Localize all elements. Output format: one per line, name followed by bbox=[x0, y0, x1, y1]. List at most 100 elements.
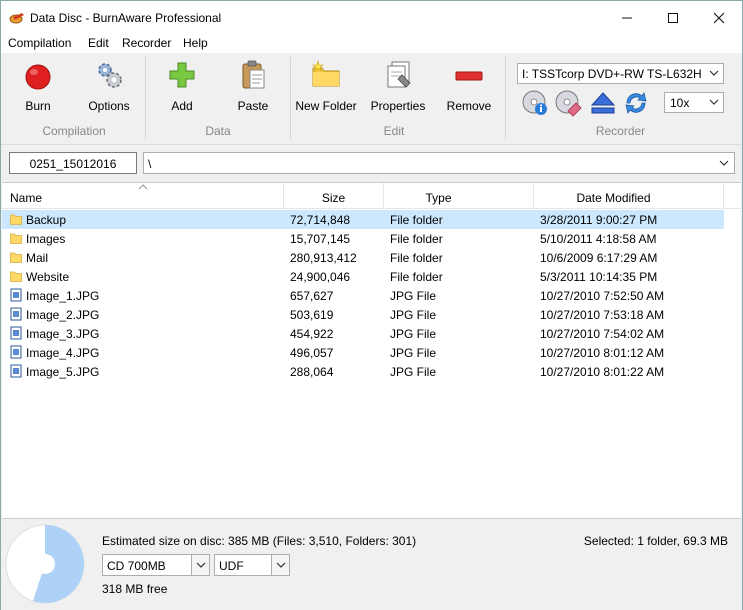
maximize-button[interactable] bbox=[650, 1, 696, 35]
burn-button[interactable]: Burn bbox=[15, 59, 61, 115]
new-folder-button[interactable]: New Folder bbox=[295, 59, 357, 115]
row-name: Image_3.JPG bbox=[26, 327, 100, 341]
table-row[interactable]: Website 24,900,046 File folder 5/3/2011 10:… bbox=[2, 267, 724, 286]
row-name: Images bbox=[26, 232, 66, 246]
row-date: 5/3/2011 10:14:35 PM bbox=[540, 270, 658, 284]
column-header-size[interactable]: Size bbox=[284, 183, 384, 209]
chevron-down-icon bbox=[719, 160, 729, 166]
write-speed-value: 10x bbox=[670, 96, 690, 110]
menu-compilation[interactable]: Compilation bbox=[8, 36, 71, 50]
minimize-icon bbox=[622, 17, 632, 19]
folder-icon bbox=[10, 214, 22, 225]
selection-info-text: Selected: 1 folder, 69.3 MB bbox=[583, 534, 728, 548]
folder-icon bbox=[10, 271, 22, 282]
table-row[interactable]: Image_5.JPG 288,064 JPG File 10/27/2010 8:0… bbox=[2, 362, 724, 381]
table-row[interactable]: Image_2.JPG 503,619 JPG File 10/27/2010 7:5… bbox=[2, 305, 724, 324]
group-label-data: Data bbox=[205, 124, 231, 138]
row-date: 10/27/2010 7:54:02 AM bbox=[540, 327, 665, 341]
file-system-dropdown-button[interactable] bbox=[271, 555, 289, 575]
row-size: 503,619 bbox=[290, 308, 334, 322]
remove-label: Remove bbox=[446, 99, 492, 113]
window-title: Data Disc - BurnAware Professional bbox=[30, 11, 222, 25]
row-type: File folder bbox=[390, 232, 443, 246]
add-button[interactable]: Add bbox=[161, 59, 203, 115]
burnaware-logo-icon bbox=[9, 13, 24, 24]
burn-label: Burn bbox=[25, 99, 51, 113]
chevron-down-icon bbox=[709, 70, 719, 76]
disc-type-value: CD 700MB bbox=[107, 559, 166, 573]
title-bar: Data Disc - BurnAware Professional bbox=[1, 1, 742, 35]
menu-help[interactable]: Help bbox=[183, 36, 208, 50]
write-speed-select[interactable]: 10x bbox=[664, 92, 724, 113]
options-label: Options bbox=[88, 99, 130, 113]
disc-info-icon[interactable] bbox=[521, 89, 549, 117]
menu-edit[interactable]: Edit bbox=[88, 36, 109, 50]
menu-recorder[interactable]: Recorder bbox=[122, 36, 171, 50]
app-window: Data Disc - BurnAware Professional Compi… bbox=[0, 0, 743, 610]
minus-icon bbox=[455, 71, 483, 81]
path-value: \ bbox=[148, 157, 152, 171]
row-name: Image_4.JPG bbox=[26, 346, 100, 360]
erase-disc-icon[interactable] bbox=[554, 89, 582, 117]
path-bar: 0251_15012016 \ bbox=[1, 147, 742, 181]
table-row[interactable]: Image_4.JPG 496,057 JPG File 10/27/2010 8:0… bbox=[2, 343, 724, 362]
row-date: 10/27/2010 8:01:22 AM bbox=[540, 365, 665, 379]
row-size: 280,913,412 bbox=[290, 251, 357, 265]
file-system-select[interactable]: UDF bbox=[214, 554, 290, 576]
drive-select[interactable]: I: TSSTcorp DVD+-RW TS-L632H bbox=[517, 63, 724, 84]
refresh-icon[interactable] bbox=[622, 89, 650, 117]
image-file-icon bbox=[10, 307, 22, 321]
table-row[interactable]: Images 15,707,145 File folder 5/10/2011 4:1… bbox=[2, 229, 724, 248]
path-field[interactable]: \ bbox=[143, 152, 735, 174]
status-area: Estimated size on disc: 385 MB (Files: 3… bbox=[1, 520, 742, 610]
disc-type-dropdown-button[interactable] bbox=[191, 555, 209, 575]
column-header-type[interactable]: Type bbox=[384, 183, 534, 209]
row-size: 496,057 bbox=[290, 346, 334, 360]
row-size: 454,922 bbox=[290, 327, 334, 341]
estimated-size-text: Estimated size on disc: 385 MB (Files: 3… bbox=[102, 534, 417, 548]
group-divider bbox=[290, 57, 291, 139]
row-type: File folder bbox=[390, 213, 443, 227]
chevron-down-icon bbox=[709, 99, 719, 105]
table-row[interactable]: Image_3.JPG 454,922 JPG File 10/27/2010 7:5… bbox=[2, 324, 724, 343]
row-name: Image_2.JPG bbox=[26, 308, 100, 322]
properties-button[interactable]: Properties bbox=[369, 59, 427, 115]
row-type: JPG File bbox=[390, 346, 437, 360]
column-header-name[interactable]: Name bbox=[2, 183, 284, 209]
row-name: Website bbox=[26, 270, 70, 284]
toolbar-ribbon: Burn Options Compilation Add Paste Data … bbox=[1, 53, 742, 145]
remove-button[interactable]: Remove bbox=[445, 59, 493, 115]
eject-icon[interactable] bbox=[589, 89, 617, 117]
clipboard-icon bbox=[242, 60, 265, 89]
list-header: Name Size Type Date Modified bbox=[2, 183, 741, 209]
group-label-edit: Edit bbox=[383, 124, 405, 138]
image-file-icon bbox=[10, 326, 22, 340]
minimize-button[interactable] bbox=[604, 1, 650, 35]
row-date: 10/27/2010 7:52:50 AM bbox=[540, 289, 665, 303]
row-type: JPG File bbox=[390, 289, 437, 303]
row-name: Image_5.JPG bbox=[26, 365, 100, 379]
close-button[interactable] bbox=[696, 1, 742, 35]
table-row[interactable]: Backup 72,714,848 File folder 3/28/2011 9:0… bbox=[2, 210, 724, 229]
disc-usage-pie bbox=[5, 524, 85, 604]
properties-icon bbox=[387, 61, 411, 88]
table-row[interactable]: Mail 280,913,412 File folder 10/6/2009 6:17… bbox=[2, 248, 724, 267]
row-size: 288,064 bbox=[290, 365, 334, 379]
menu-bar: Compilation Edit Recorder Help bbox=[1, 35, 742, 53]
column-header-date[interactable]: Date Modified bbox=[534, 183, 724, 209]
gears-icon bbox=[98, 63, 122, 88]
chevron-down-icon bbox=[196, 562, 206, 568]
paste-label: Paste bbox=[237, 99, 269, 113]
row-type: JPG File bbox=[390, 327, 437, 341]
file-list: Name Size Type Date Modified Backup 72,71… bbox=[2, 182, 741, 519]
disc-type-select[interactable]: CD 700MB bbox=[102, 554, 210, 576]
row-size: 15,707,145 bbox=[290, 232, 351, 246]
paste-button[interactable]: Paste bbox=[231, 59, 275, 115]
disc-label-field[interactable]: 0251_15012016 bbox=[9, 152, 137, 174]
row-name: Image_1.JPG bbox=[26, 289, 100, 303]
image-file-icon bbox=[10, 288, 22, 302]
row-date: 5/10/2011 4:18:58 AM bbox=[540, 232, 657, 246]
table-row[interactable]: Image_1.JPG 657,627 JPG File 10/27/2010 7:5… bbox=[2, 286, 724, 305]
options-button[interactable]: Options bbox=[85, 59, 133, 115]
row-type: File folder bbox=[390, 251, 443, 265]
